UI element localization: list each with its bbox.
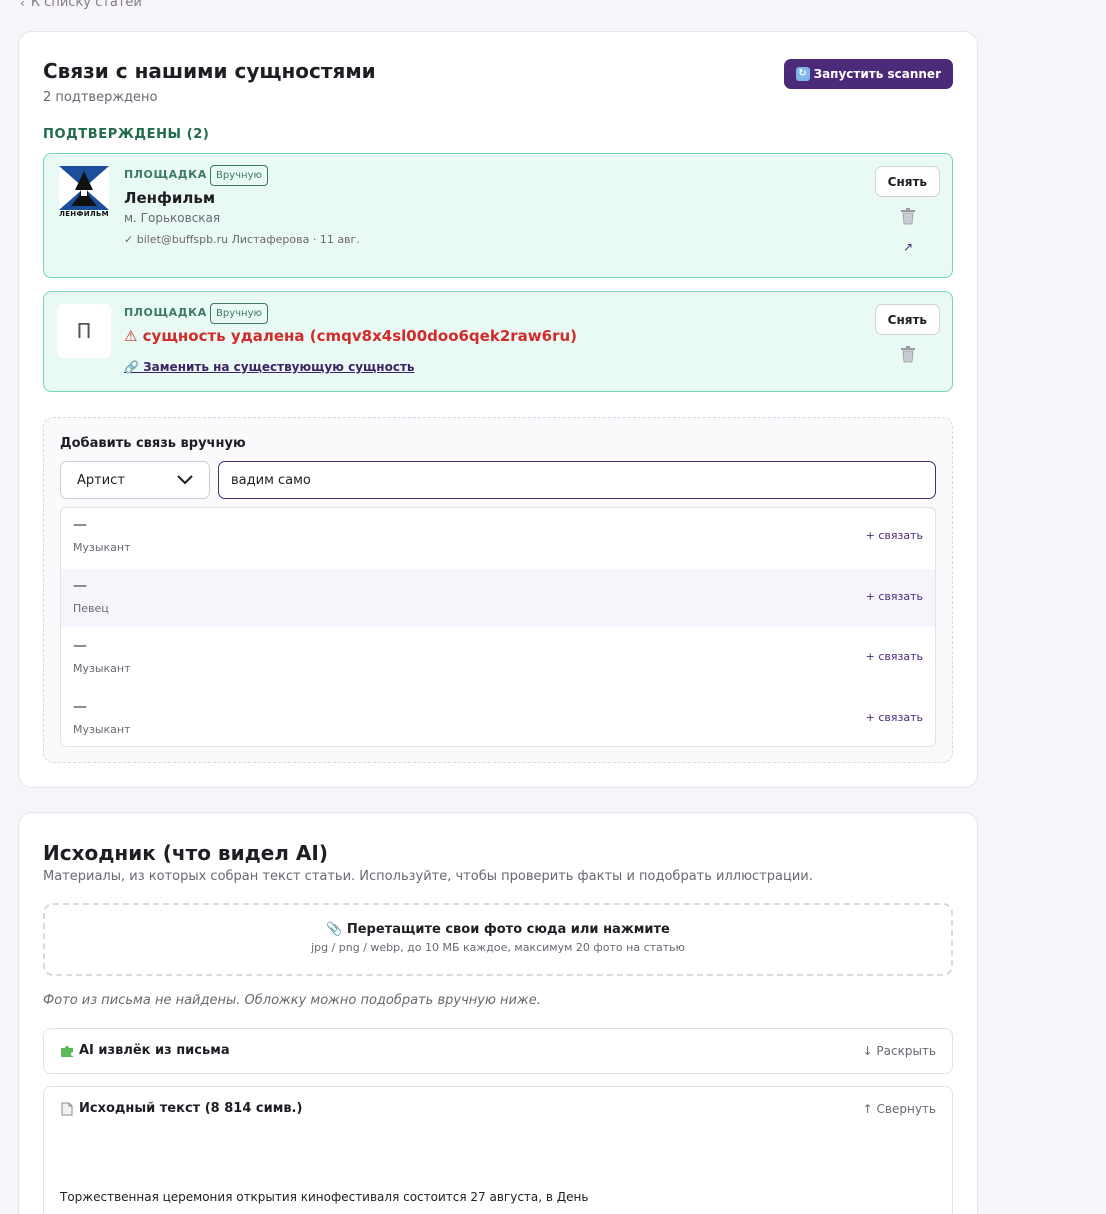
ai-extracted-title: AI извлёк из письма [79, 1043, 230, 1058]
puzzle-icon [61, 1045, 73, 1057]
entity-kind: ПЛОЩАДКА [124, 168, 207, 181]
expand-toggle[interactable]: ↓ Раскрыть [863, 1044, 936, 1058]
entity-metro: м. Горьковская [124, 211, 221, 225]
refresh-icon: ↻ [795, 67, 810, 81]
replace-entity-link[interactable]: 🔗 Заменить на существующую сущность [124, 360, 415, 374]
run-scanner-button[interactable]: ↻ Запустить scanner [783, 59, 953, 89]
lenfilm-logo-icon [59, 166, 109, 210]
external-link-icon[interactable]: ↗ [903, 240, 913, 254]
document-icon [61, 1102, 73, 1115]
link-action[interactable]: + связать [866, 711, 923, 724]
result-name: — [73, 578, 87, 594]
entities-card: Связи с нашими сущностями 2 подтверждено… [18, 31, 978, 788]
result-role: Музыкант [73, 723, 131, 736]
source-text-accordion[interactable]: Исходный текст (8 814 симв.) ↑ Свернуть … [43, 1086, 953, 1214]
entities-subtitle: 2 подтверждено [43, 90, 158, 105]
back-link-label: К списку статей [30, 0, 142, 10]
link-action[interactable]: + связать [866, 650, 923, 663]
entity-type-value: Артист [77, 472, 125, 488]
run-scanner-label: Запустить scanner [813, 67, 941, 81]
trash-icon[interactable] [900, 346, 916, 363]
list-item[interactable]: — Музыкант + связать [61, 508, 935, 566]
ai-extracted-accordion[interactable]: AI извлёк из письма ↓ Раскрыть [43, 1028, 953, 1074]
entity-name: Ленфильм [124, 189, 216, 207]
source-card: Исходник (что видел AI) Материалы, из ко… [18, 812, 978, 1214]
result-role: Певец [73, 602, 109, 615]
entity-type-select[interactable]: Артист [60, 461, 210, 499]
link-action[interactable]: + связать [866, 529, 923, 542]
lenfilm-logo: ЛЕНФИЛЬМ [57, 166, 111, 220]
entities-title: Связи с нашими сущностями [43, 59, 376, 83]
entity-card-lenfilm: ЛЕНФИЛЬМ ПЛОЩАДКА Вручную Ленфильм м. Го… [43, 153, 953, 278]
list-item[interactable]: — Певец + связать [61, 569, 935, 627]
chevron-down-icon [177, 475, 193, 485]
entity-deleted-warning: ⚠ сущность удалена (cmqv8x4sl00doo6qek2r… [124, 327, 578, 345]
dropzone-hint: jpg / png / webp, до 10 МБ каждое, макси… [311, 941, 685, 954]
manual-tag: Вручную [210, 165, 268, 186]
search-results-list: — Музыкант + связать — Певец + связать —… [60, 507, 936, 747]
entity-search-input[interactable]: вадим само [218, 461, 936, 499]
result-name: — [73, 638, 87, 654]
add-manual-link-panel: Добавить связь вручную Артист вадим само… [43, 417, 953, 763]
no-photos-note: Фото из письма не найдены. Обложку можно… [43, 993, 541, 1008]
result-name: — [73, 699, 87, 715]
entity-card-deleted: П ПЛОЩАДКА Вручную ⚠ сущность удалена (c… [43, 291, 953, 392]
result-role: Музыкант [73, 541, 131, 554]
trash-icon[interactable] [900, 208, 916, 225]
entity-kind: ПЛОЩАДКА [124, 306, 207, 319]
source-subtitle: Материалы, из которых собран текст стать… [43, 869, 813, 884]
source-title: Исходник (что видел AI) [43, 841, 328, 865]
add-manual-title: Добавить связь вручную [60, 436, 246, 451]
remove-link-button[interactable]: Снять [874, 304, 940, 335]
dropzone-title: 📎 Перетащите свои фото сюда или нажмите [326, 922, 670, 937]
link-action[interactable]: + связать [866, 590, 923, 603]
placeholder-logo: П [57, 304, 111, 358]
manual-tag: Вручную [210, 303, 268, 324]
lenfilm-logo-text: ЛЕНФИЛЬМ [59, 210, 109, 218]
remove-link-button[interactable]: Снять [874, 166, 940, 197]
confirmed-section-title: ПОДТВЕРЖДЕНЫ (2) [43, 127, 210, 142]
photo-dropzone[interactable]: 📎 Перетащите свои фото сюда или нажмите … [43, 903, 953, 976]
list-item[interactable]: — Музыкант + связать [61, 629, 935, 687]
entity-verified-by: ✓ bilet@buffspb.ru Листаферова · 11 авг. [124, 233, 360, 246]
collapse-toggle[interactable]: ↑ Свернуть [863, 1102, 936, 1116]
back-to-articles-link[interactable]: ‹ К списку статей [20, 0, 142, 10]
result-role: Музыкант [73, 662, 131, 675]
list-item[interactable]: — Музыкант + связать [61, 690, 935, 746]
source-text-title: Исходный текст (8 814 симв.) [79, 1101, 303, 1116]
chevron-left-icon: ‹ [20, 0, 25, 10]
result-name: — [73, 517, 87, 533]
source-text-body: Торжественная церемония открытия кинофес… [60, 1190, 589, 1204]
